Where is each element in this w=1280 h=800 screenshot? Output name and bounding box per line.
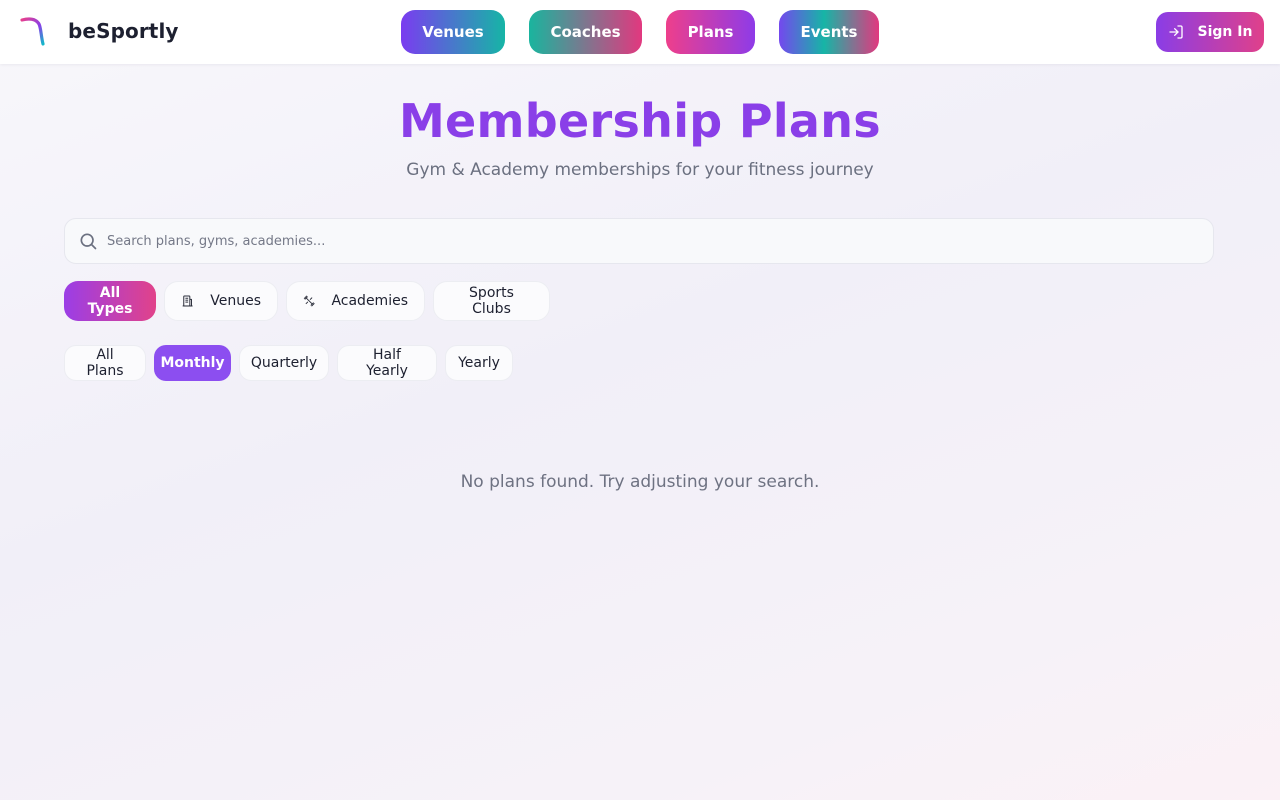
besportly-logo-icon (20, 17, 45, 46)
filter-yearly[interactable]: Yearly (445, 345, 513, 381)
search-icon (80, 233, 97, 250)
period-filter-group: All Plans Monthly Quarterly Half Yearly … (64, 345, 513, 381)
nav-coaches-button[interactable]: Coaches (529, 10, 642, 54)
main-nav: Venues Coaches Plans Events (401, 10, 879, 54)
dumbbell-icon (303, 295, 315, 307)
top-header: beSportly Venues Coaches Plans Events Si… (0, 0, 1280, 64)
filter-monthly[interactable]: Monthly (154, 345, 231, 381)
filter-venues[interactable]: Venues (164, 281, 278, 321)
nav-venues-button[interactable]: Venues (401, 10, 505, 54)
empty-state-message: No plans found. Try adjusting your searc… (460, 472, 820, 492)
brand-name[interactable]: beSportly (68, 19, 179, 43)
sign-in-button[interactable]: Sign In (1156, 12, 1264, 52)
type-filter-group: All Types Venues Academies Sports Clubs (64, 281, 550, 321)
page-subtitle: Gym & Academy memberships for your fitne… (406, 160, 874, 180)
filter-all-types[interactable]: All Types (64, 281, 156, 321)
page-title: Membership Plans (398, 94, 881, 148)
search-input[interactable] (107, 233, 1187, 249)
filter-half-yearly[interactable]: Half Yearly (337, 345, 437, 381)
nav-events-button[interactable]: Events (779, 10, 879, 54)
filter-sports-clubs[interactable]: Sports Clubs (433, 281, 550, 321)
logo[interactable] (20, 16, 48, 48)
log-in-icon (1168, 25, 1183, 39)
search-bar[interactable] (64, 218, 1214, 264)
filter-academies[interactable]: Academies (286, 281, 425, 321)
building-icon (182, 295, 193, 307)
filter-venues-label: Venues (210, 293, 261, 309)
filter-all-plans[interactable]: All Plans (64, 345, 146, 381)
filter-quarterly[interactable]: Quarterly (239, 345, 329, 381)
filter-academies-label: Academies (331, 293, 408, 309)
nav-plans-button[interactable]: Plans (666, 10, 755, 54)
sign-in-label: Sign In (1197, 24, 1253, 40)
